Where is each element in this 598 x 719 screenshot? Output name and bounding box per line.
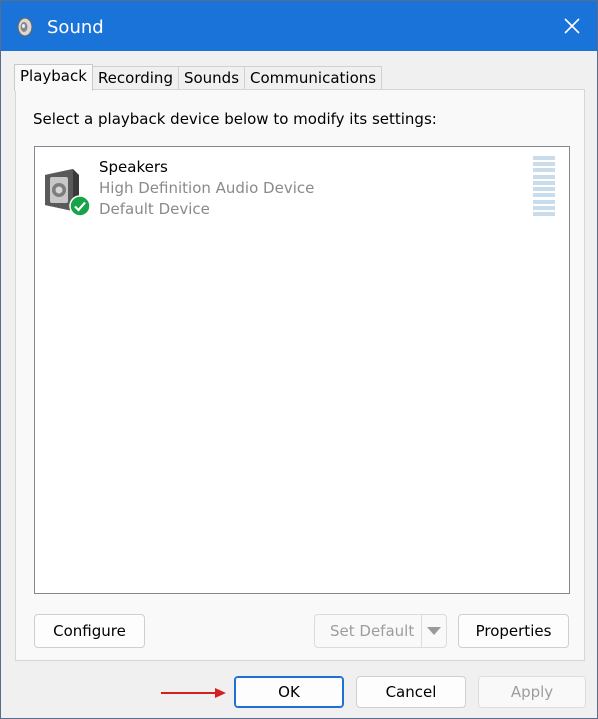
check-icon <box>69 195 91 217</box>
set-default-label: Set Default <box>330 622 415 640</box>
tab-playback[interactable]: Playback <box>14 64 93 91</box>
set-default-button: Set Default <box>314 614 447 648</box>
speaker-icon <box>17 17 33 37</box>
close-button[interactable] <box>547 1 597 51</box>
ok-button[interactable]: OK <box>234 676 344 708</box>
list-item[interactable]: Speakers High Definition Audio Device De… <box>35 147 569 227</box>
device-description: High Definition Audio Device <box>99 179 315 197</box>
window-title: Sound <box>47 17 104 38</box>
device-list[interactable]: Speakers High Definition Audio Device De… <box>34 146 570 594</box>
chevron-down-icon <box>427 627 441 635</box>
tab-strip: Playback Recording Sounds Communications <box>14 64 383 91</box>
set-default-dropdown <box>421 615 446 647</box>
arrow-icon <box>161 688 226 698</box>
apply-button: Apply <box>478 676 586 708</box>
tab-sounds[interactable]: Sounds <box>177 66 246 90</box>
playback-panel: Select a playback device below to modify… <box>15 89 585 661</box>
cancel-button[interactable]: Cancel <box>356 676 466 708</box>
close-icon <box>564 18 580 34</box>
tab-recording[interactable]: Recording <box>91 66 179 90</box>
properties-button[interactable]: Properties <box>458 614 569 648</box>
title-bar: Sound <box>1 1 597 51</box>
device-status: Default Device <box>99 200 210 218</box>
tab-communications[interactable]: Communications <box>244 66 383 90</box>
footer-bar: OK Cancel Apply <box>1 661 597 718</box>
volume-meter <box>533 156 555 216</box>
device-name: Speakers <box>99 158 168 176</box>
sound-dialog: Sound Playback Recording Sounds Communic… <box>0 0 598 719</box>
configure-button[interactable]: Configure <box>34 614 145 648</box>
instruction-text: Select a playback device below to modify… <box>33 110 437 128</box>
